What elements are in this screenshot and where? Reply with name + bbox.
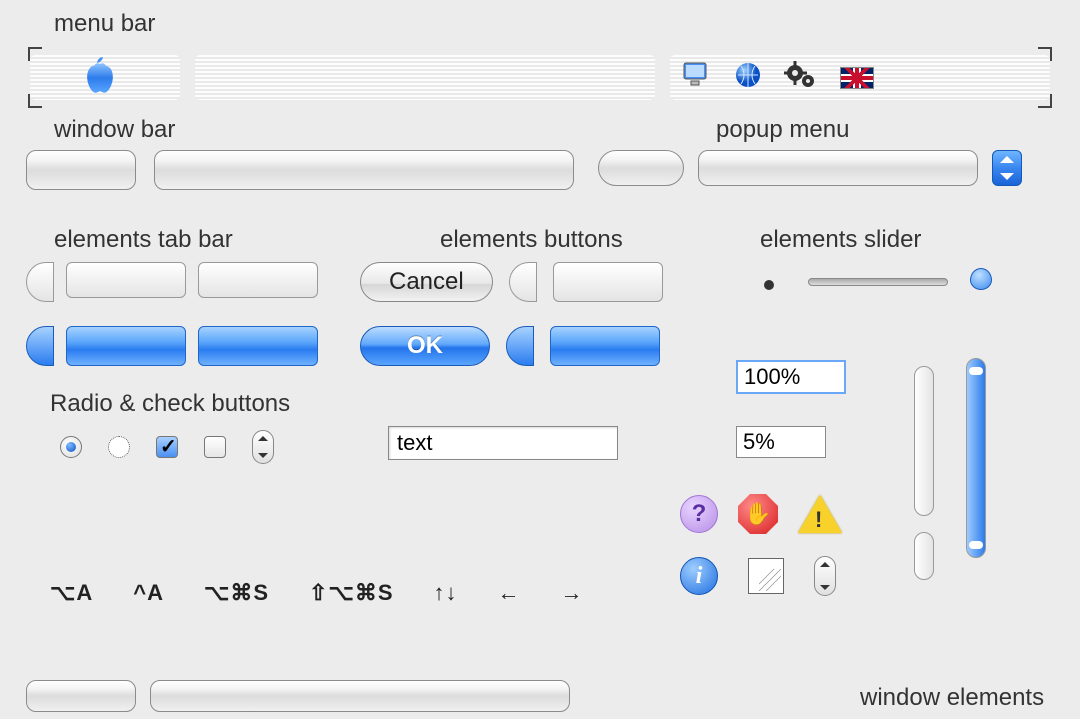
popup-arrows-icon[interactable] (992, 150, 1022, 186)
label-elements-tab: elements tab bar (54, 226, 233, 254)
button-segment[interactable] (553, 262, 663, 302)
window-element-body[interactable] (150, 680, 570, 712)
window-bar-cap[interactable] (26, 150, 136, 190)
label-window-elements: window elements (860, 684, 1044, 712)
menu-bar-left[interactable] (30, 55, 180, 100)
shortcut: ⌥A (50, 580, 93, 606)
tab-segment[interactable] (198, 262, 318, 298)
scrollbar-thumb[interactable] (966, 358, 986, 558)
tab-segment-active[interactable] (198, 326, 318, 366)
shortcut: ← (498, 580, 521, 606)
gears-icon[interactable] (784, 61, 818, 95)
info-icon[interactable]: i (680, 557, 718, 595)
apple-icon[interactable] (82, 57, 118, 103)
shortcut: ⌥⌘S (204, 580, 269, 606)
checkbox-checked[interactable] (156, 436, 178, 458)
popup-cap-left[interactable] (598, 150, 684, 186)
label-elements-slider: elements slider (760, 226, 921, 254)
shortcut: ^A (133, 580, 164, 606)
label-elements-buttons: elements buttons (440, 226, 623, 254)
warning-icon[interactable]: ! (798, 495, 842, 533)
tab-cap-left-active[interactable] (26, 326, 54, 366)
slider-track[interactable] (808, 278, 948, 286)
slider-endcap (764, 280, 774, 290)
button-segment-active[interactable] (550, 326, 660, 366)
globe-icon[interactable] (734, 61, 762, 95)
stop-icon[interactable]: ✋ (738, 494, 778, 534)
monitor-icon[interactable] (682, 61, 712, 95)
help-icon[interactable]: ? (680, 495, 718, 533)
menu-bar (30, 55, 1050, 100)
tab-segment[interactable] (66, 262, 186, 298)
menu-bar-middle[interactable] (195, 55, 655, 100)
label-window-bar: window bar (54, 116, 175, 144)
checkbox-unchecked[interactable] (204, 436, 226, 458)
shortcut: → (561, 580, 584, 606)
shortcut: ↑↓ (434, 580, 458, 606)
slider-thumb[interactable] (970, 268, 992, 290)
percent-field-100[interactable] (736, 360, 846, 394)
radio-selected[interactable] (60, 436, 82, 458)
image-well-icon[interactable] (748, 558, 784, 594)
tab-cap-left[interactable] (26, 262, 54, 302)
shortcut: ⇧⌥⌘S (309, 580, 393, 606)
menu-bar-right[interactable] (670, 55, 1050, 100)
scrollbar-track-small[interactable] (914, 532, 934, 580)
cancel-button[interactable]: Cancel (360, 262, 493, 302)
radio-unselected[interactable] (108, 436, 130, 458)
stepper[interactable] (252, 430, 274, 464)
text-field[interactable] (388, 426, 618, 460)
window-bar-body[interactable] (154, 150, 574, 190)
window-element-cap[interactable] (26, 680, 136, 712)
scrollbar-track[interactable] (914, 366, 934, 516)
stepper-large[interactable] (814, 556, 836, 596)
label-menu-bar: menu bar (54, 10, 155, 38)
popup-body[interactable] (698, 150, 978, 186)
tab-segment-active[interactable] (66, 326, 186, 366)
button-cap[interactable] (509, 262, 537, 302)
label-radio-check: Radio & check buttons (50, 390, 290, 418)
button-cap-active[interactable] (506, 326, 534, 366)
ok-button[interactable]: OK (360, 326, 490, 366)
label-popup-menu: popup menu (716, 116, 849, 144)
percent-field-5[interactable] (736, 426, 826, 458)
uk-flag-icon[interactable] (840, 67, 874, 89)
